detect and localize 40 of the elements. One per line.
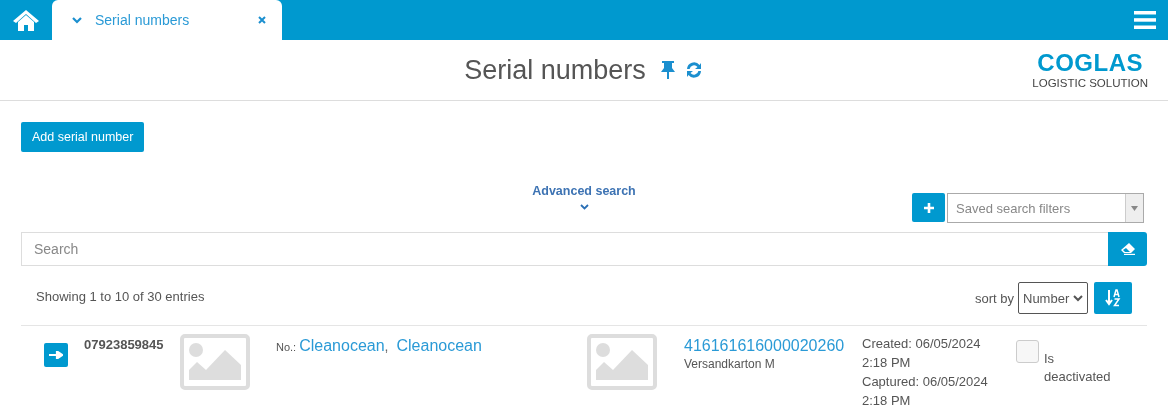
arrow-right-icon <box>49 351 63 359</box>
close-icon[interactable] <box>258 16 266 24</box>
menu-icon[interactable] <box>1134 10 1156 30</box>
image-placeholder-icon <box>180 334 250 390</box>
number-label: No.: <box>276 341 297 353</box>
eraser-icon <box>1120 243 1135 255</box>
deactivated-label: Is deactivated <box>1044 350 1112 386</box>
deactivated-checkbox[interactable] <box>1016 340 1039 363</box>
pin-icon[interactable] <box>659 60 676 80</box>
dropdown-arrow-icon <box>1131 205 1138 211</box>
add-filter-button[interactable] <box>912 193 945 222</box>
clear-search-button[interactable] <box>1108 232 1147 266</box>
logo-wordmark: COGLAS <box>1037 50 1143 76</box>
customer-link[interactable]: Cleanocean <box>299 337 385 355</box>
sort-dropdown[interactable]: Number <box>1018 282 1088 314</box>
captured-date: Captured: 06/05/2024 2:18 PM <box>862 373 989 410</box>
saved-filters-dropdown[interactable]: Saved search filters <box>947 193 1144 223</box>
chevron-down-icon <box>72 16 82 24</box>
entries-info: Showing 1 to 10 of 30 entries <box>36 289 205 304</box>
article-link[interactable]: 416161616000020260 <box>684 337 862 355</box>
product-name: Versandkarton M <box>684 357 776 371</box>
advanced-search-link[interactable]: Advanced search <box>532 184 636 198</box>
tab[interactable]: Serial numbers <box>52 0 282 40</box>
page-title: Serial numbers <box>464 54 646 86</box>
serial-number: 07923859845 <box>84 337 165 352</box>
home-icon <box>12 8 40 32</box>
search-field[interactable]: Search <box>21 232 1108 266</box>
open-button[interactable] <box>44 343 68 367</box>
sort-order-button[interactable] <box>1094 282 1132 314</box>
plus-icon <box>922 201 935 214</box>
sort-label: sort by <box>975 290 1014 306</box>
created-date: Created: 06/05/2024 2:18 PM <box>862 335 982 372</box>
add-button[interactable]: Add serial number <box>21 122 145 152</box>
sort-ascending-icon <box>1105 289 1121 307</box>
chevron-down-icon <box>1073 294 1083 302</box>
logo-tagline: LOGISTIC SOLUTION <box>1032 76 1148 90</box>
separator: , <box>384 338 389 354</box>
customer-link[interactable]: Cleanocean <box>396 337 482 355</box>
chevron-down-icon[interactable] <box>579 204 589 210</box>
image-placeholder-icon <box>587 334 657 390</box>
